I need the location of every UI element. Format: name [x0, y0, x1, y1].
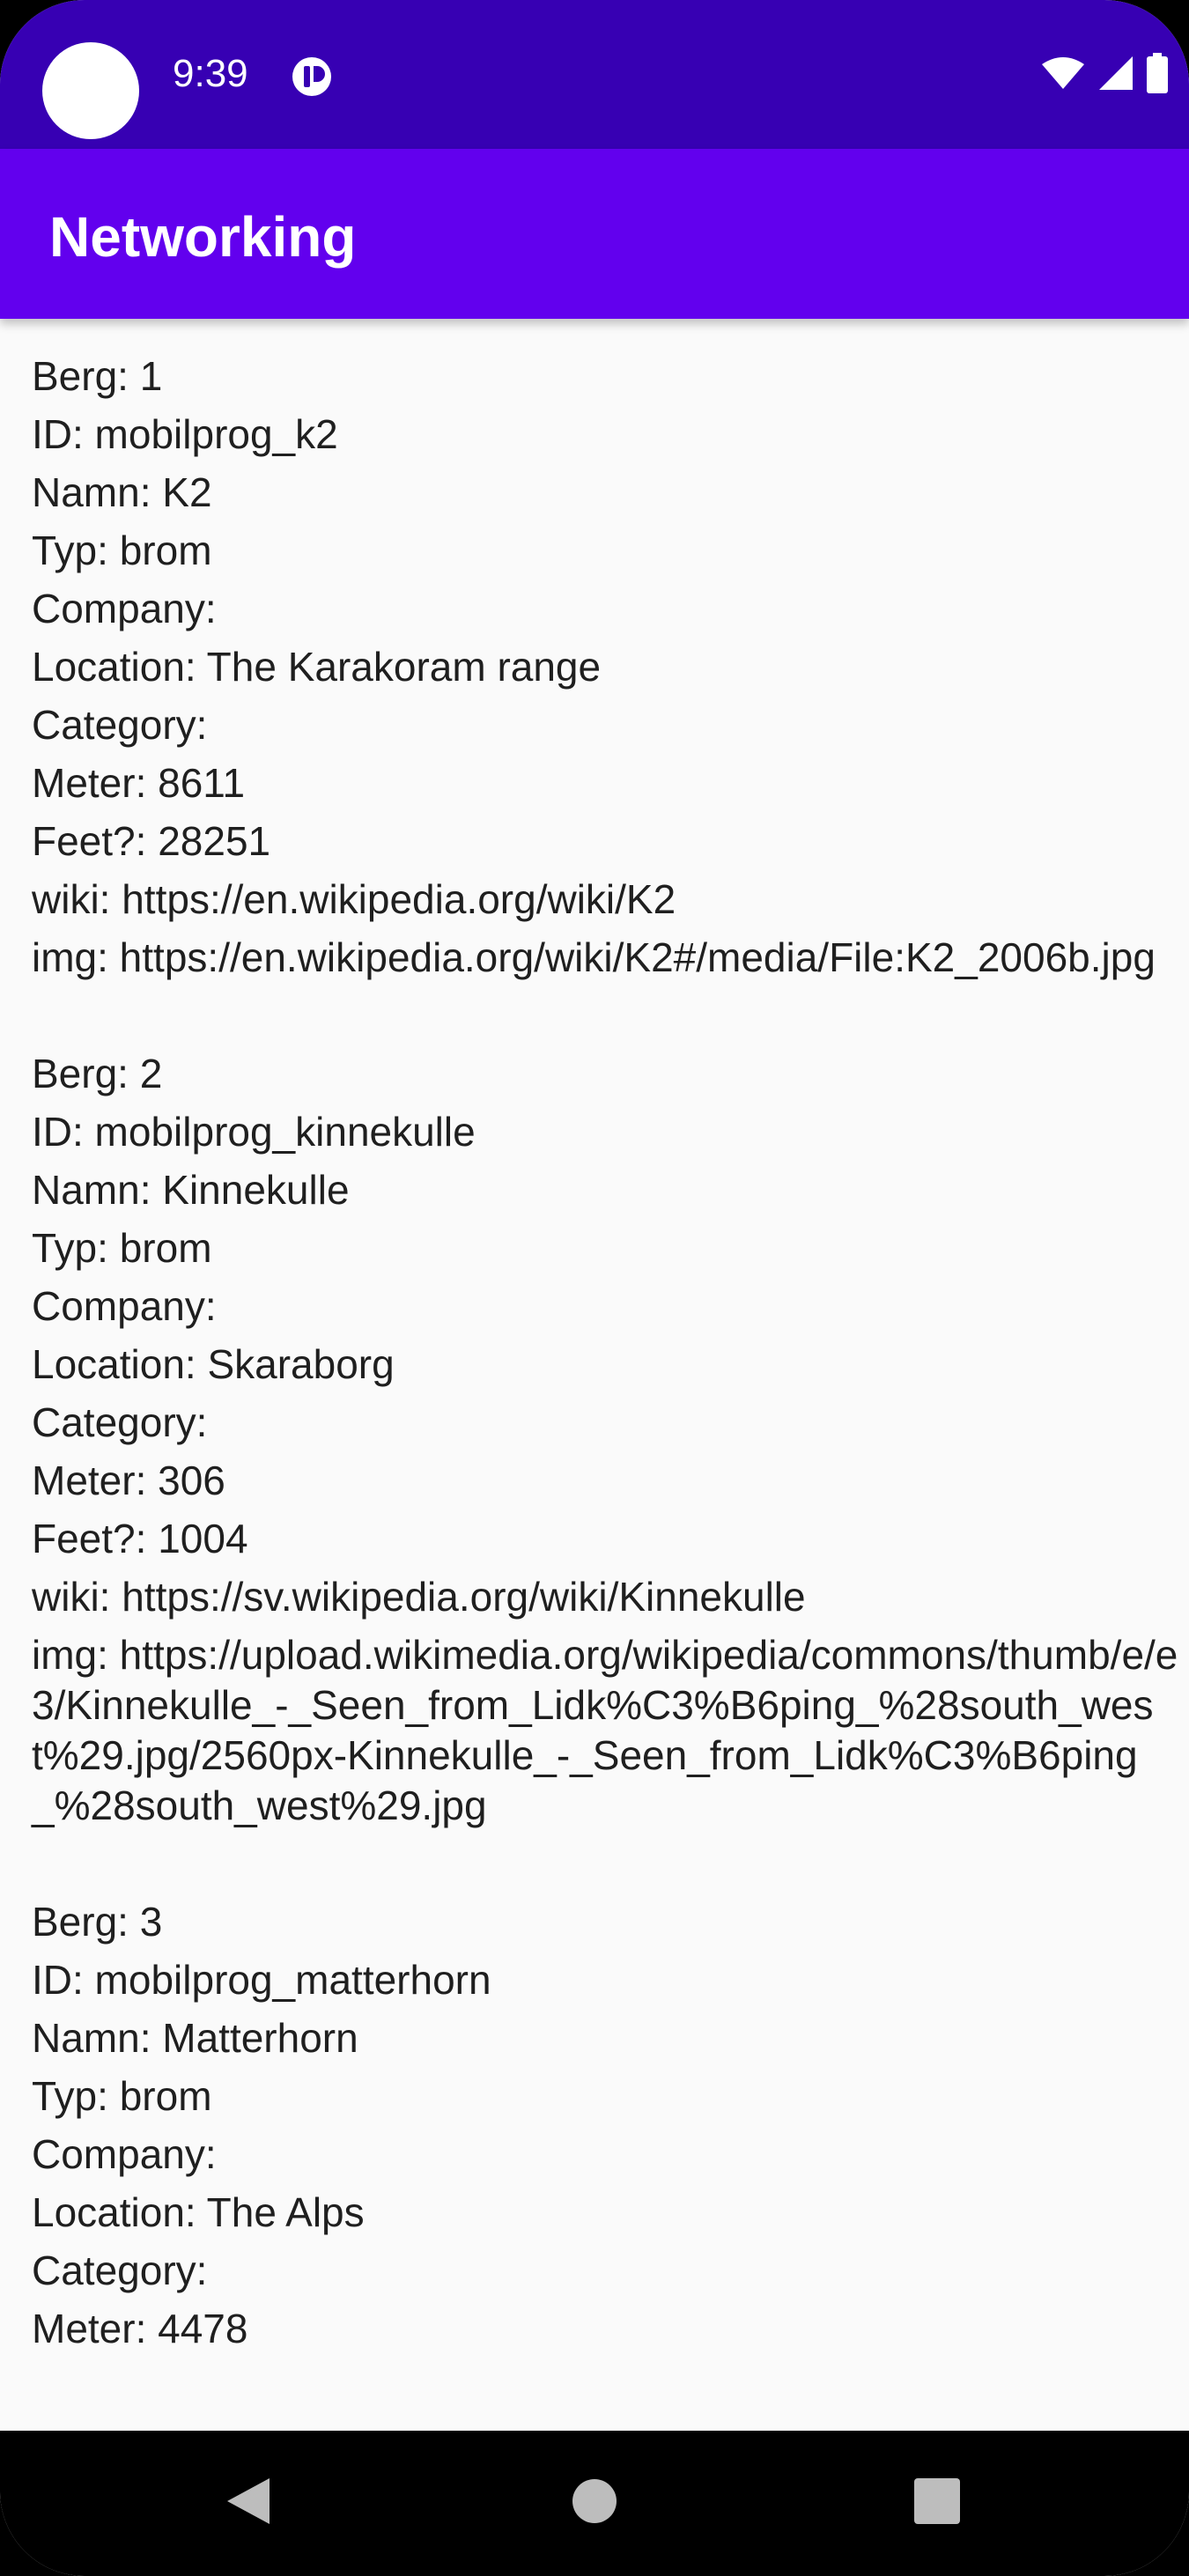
- recents-icon: [913, 2477, 961, 2529]
- mountain-category: Category:: [32, 702, 208, 748]
- wifi-icon: [1041, 55, 1085, 95]
- mountain-img: img: https://en.wikipedia.org/wiki/K2#/m…: [32, 934, 1156, 980]
- back-button[interactable]: [211, 2466, 285, 2540]
- mountain-feet: Feet?: 28251: [32, 818, 271, 864]
- app-bar: Networking: [0, 149, 1189, 319]
- mountain-company: Company:: [32, 1283, 217, 1329]
- mountain-feet: Feet?: 1004: [32, 1516, 248, 1561]
- mountain-category: Category:: [32, 2248, 208, 2293]
- mountain-meter: Meter: 4478: [32, 2306, 248, 2351]
- mountain-img: img: https://upload.wikimedia.org/wikipe…: [32, 1632, 1178, 1828]
- mountain-id: ID: mobilprog_k2: [32, 411, 338, 457]
- mountain-company: Company:: [32, 2131, 217, 2177]
- status-bar: 9:39: [0, 0, 1189, 149]
- mountain-name: Namn: Kinnekulle: [32, 1167, 350, 1213]
- mountain-list[interactable]: Berg: 1 ID: mobilprog_k2 Namn: K2 Typ: b…: [0, 319, 1189, 2431]
- mountain-id: ID: mobilprog_matterhorn: [32, 1957, 491, 2003]
- home-icon: [572, 2478, 617, 2528]
- mountain-location: Location: The Alps: [32, 2189, 365, 2235]
- mountain-berg: Berg: 1: [32, 353, 163, 399]
- status-time: 9:39: [173, 52, 248, 95]
- mountain-location: Location: The Karakoram range: [32, 644, 602, 690]
- navigation-bar: [0, 2431, 1189, 2576]
- mountain-type: Typ: brom: [32, 528, 212, 573]
- mountain-name: Namn: K2: [32, 469, 212, 515]
- mountain-item-kinnekulle[interactable]: Berg: 2 ID: mobilprog_kinnekulle Namn: K…: [0, 1044, 1189, 1834]
- back-icon: [224, 2475, 273, 2532]
- phone-screen: 9:39 Networking Berg: 1 ID: mobilprog_k2…: [0, 0, 1189, 2576]
- home-button[interactable]: [558, 2466, 631, 2540]
- mountain-location: Location: Skaraborg: [32, 1341, 395, 1387]
- mountain-name: Namn: Matterhorn: [32, 2015, 358, 2061]
- app-title: Networking: [49, 205, 357, 269]
- mountain-company: Company:: [32, 586, 217, 631]
- mountain-wiki: wiki: https://en.wikipedia.org/wiki/K2: [32, 876, 676, 922]
- mountain-meter: Meter: 306: [32, 1458, 225, 1503]
- mountain-berg: Berg: 3: [32, 1899, 163, 1945]
- mountain-item-k2[interactable]: Berg: 1 ID: mobilprog_k2 Namn: K2 Typ: b…: [0, 347, 1189, 986]
- camera-cutout: [42, 42, 139, 139]
- status-icons: [1041, 52, 1168, 98]
- mountain-category: Category:: [32, 1399, 208, 1445]
- mountain-type: Typ: brom: [32, 2073, 212, 2119]
- mountain-type: Typ: brom: [32, 1225, 212, 1271]
- mountain-meter: Meter: 8611: [32, 760, 246, 806]
- mountain-wiki: wiki: https://sv.wikipedia.org/wiki/Kinn…: [32, 1574, 806, 1620]
- mountain-item-matterhorn[interactable]: Berg: 3 ID: mobilprog_matterhorn Namn: M…: [0, 1893, 1189, 2358]
- mountain-berg: Berg: 2: [32, 1051, 163, 1096]
- recents-button[interactable]: [900, 2466, 974, 2540]
- battery-icon: [1147, 52, 1168, 98]
- cellular-signal-icon: [1097, 55, 1134, 96]
- app-notification-icon: [291, 55, 333, 98]
- mountain-id: ID: mobilprog_kinnekulle: [32, 1109, 476, 1155]
